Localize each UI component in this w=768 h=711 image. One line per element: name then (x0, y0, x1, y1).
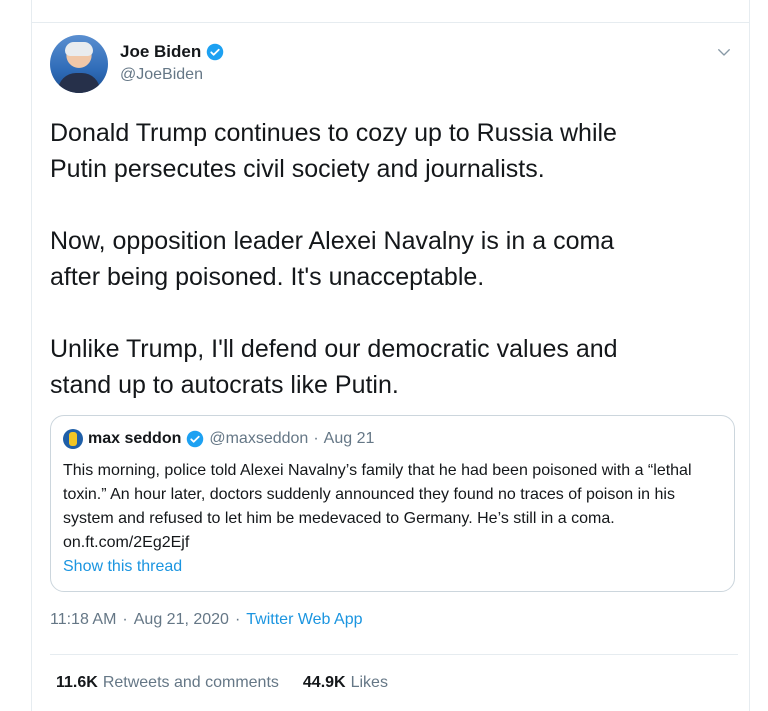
likes-stat[interactable]: 44.9K Likes (303, 674, 388, 692)
tweet-source-link[interactable]: Twitter Web App (246, 611, 362, 629)
quoted-date: Aug 21 (323, 430, 375, 447)
quoted-separator: · (313, 430, 319, 447)
top-divider (31, 22, 750, 23)
quoted-author-avatar (63, 429, 83, 449)
quoted-author-handle: @maxseddon (209, 430, 309, 447)
chevron-down-icon[interactable] (715, 43, 733, 61)
quoted-tweet-header: max seddon @maxseddon · Aug 21 (63, 429, 374, 449)
quoted-author-name: max seddon (88, 430, 182, 447)
meta-separator: · (122, 611, 128, 628)
tweet-time[interactable]: 11:18 AM (50, 611, 116, 629)
retweets-label: Retweets and comments (102, 674, 279, 691)
author-avatar[interactable] (50, 35, 108, 93)
quoted-tweet-text: This morning, police told Alexei Navalny… (63, 462, 692, 551)
meta-separator: · (234, 611, 241, 628)
likes-count: 44.9K (302, 674, 346, 691)
verified-badge-icon (207, 43, 224, 61)
retweets-stat[interactable]: 11.6K Retweets and comments (56, 674, 279, 692)
author-name-row: Joe Biden (120, 42, 224, 62)
tweet-metadata: 11:18 AM · Aug 21, 2020 · Twitter Web Ap… (50, 611, 362, 629)
retweets-count: 11.6K (56, 674, 98, 691)
author-display-name[interactable]: Joe Biden (120, 42, 201, 62)
tweet-body-text: Donald Trump continues to cozy up to Rus… (50, 119, 618, 399)
likes-label: Likes (350, 674, 388, 691)
tweet-header: Joe Biden @JoeBiden (50, 35, 740, 97)
tweet-date[interactable]: Aug 21, 2020 (134, 611, 229, 629)
tweet-stats: 11.6K Retweets and comments 44.9K Likes (56, 674, 388, 692)
show-thread-link[interactable]: Show this thread (63, 558, 182, 576)
stats-divider (50, 654, 738, 655)
verified-badge-icon (187, 430, 204, 448)
author-handle[interactable]: @JoeBiden (120, 66, 203, 84)
quoted-tweet-card[interactable]: max seddon @maxseddon · Aug 21 This morn… (50, 415, 735, 592)
